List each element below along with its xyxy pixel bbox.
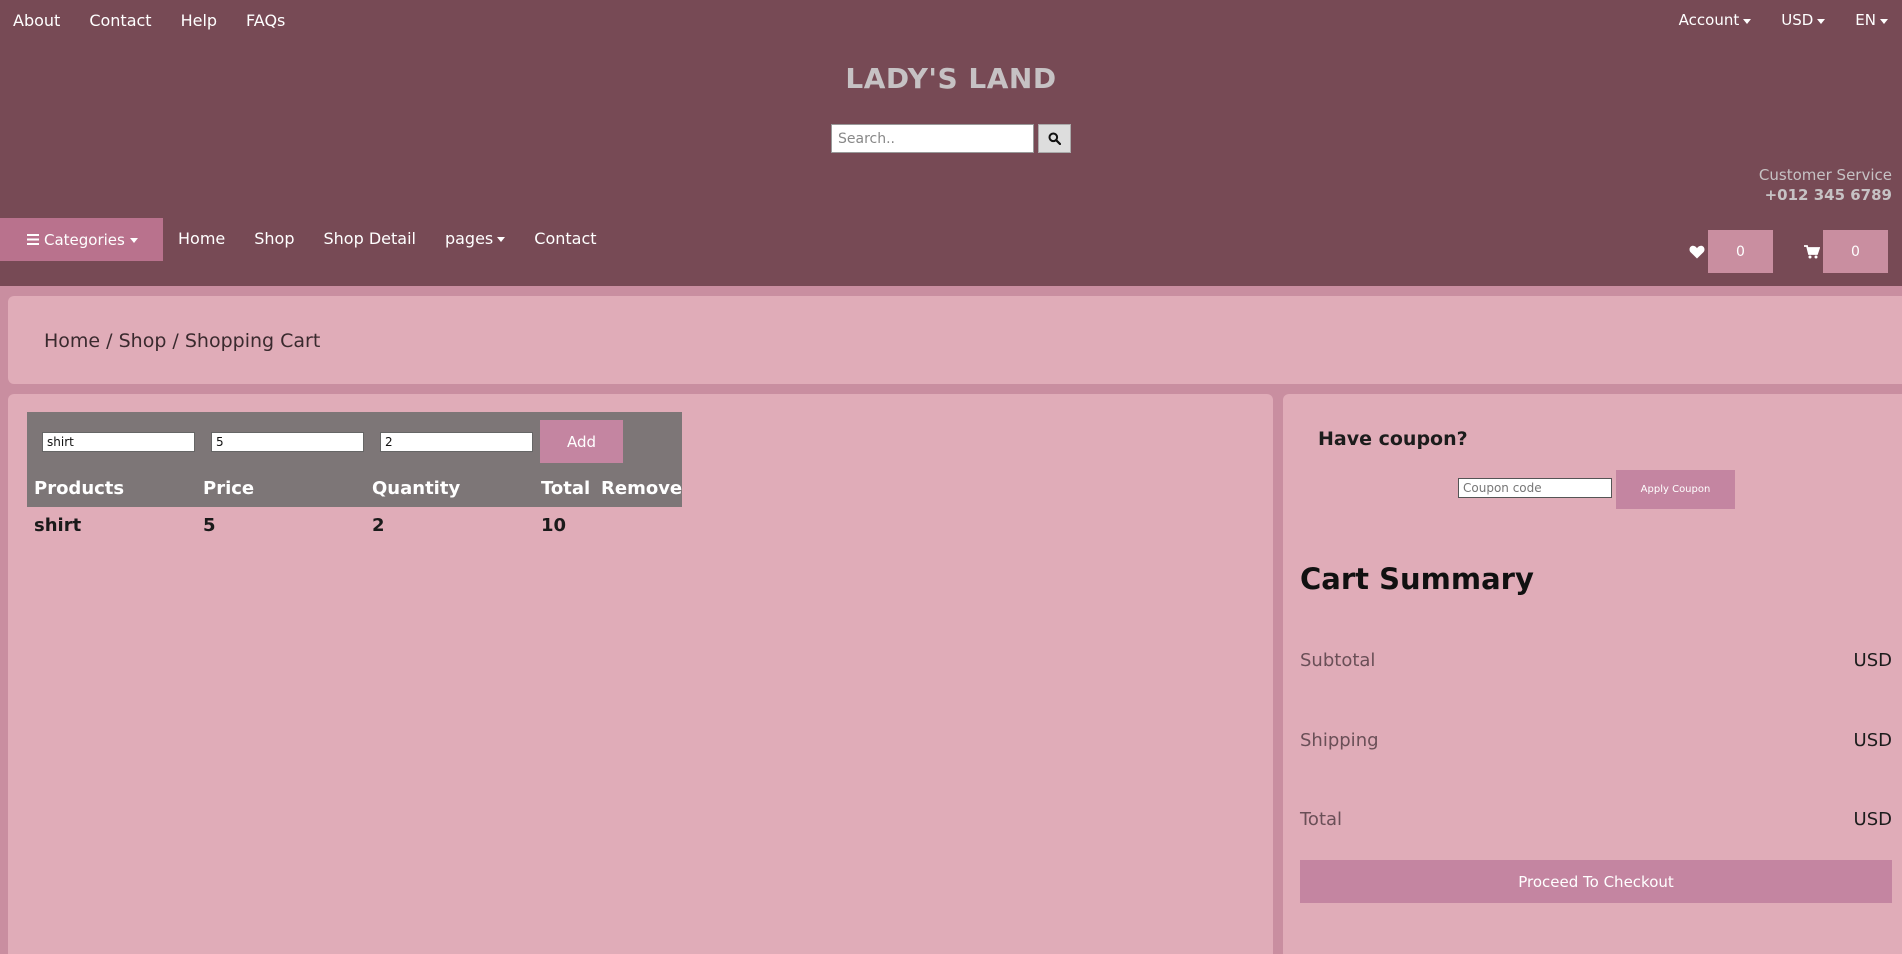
search-input[interactable]	[831, 124, 1034, 153]
breadcrumb[interactable]: Home / Shop / Shopping Cart	[44, 330, 320, 352]
search-button[interactable]	[1038, 124, 1071, 153]
shipping-value: USD	[1853, 730, 1892, 751]
cart-count[interactable]: 0	[1823, 230, 1888, 273]
cell-price: 5	[203, 515, 216, 536]
shipping-row: Shipping USD	[1300, 730, 1892, 751]
topbar-dropdowns: Account USD EN	[1679, 11, 1888, 29]
cell-total: 10	[541, 515, 567, 536]
contact-link[interactable]: Contact	[89, 11, 151, 30]
cart-panel: Add Products Price Quantity Total Remove…	[8, 394, 1273, 954]
account-dropdown[interactable]: Account	[1679, 11, 1752, 29]
nav-shop-detail[interactable]: Shop Detail	[324, 229, 416, 248]
about-link[interactable]: About	[13, 11, 60, 30]
nav-home[interactable]: Home	[178, 229, 225, 248]
cart-icon	[1804, 244, 1820, 258]
site-logo[interactable]: LADY'S LAND	[0, 62, 1902, 95]
chevron-down-icon	[1743, 18, 1752, 24]
subtotal-row: Subtotal USD	[1300, 650, 1892, 671]
cell-product: shirt	[34, 515, 82, 536]
menu-icon	[27, 234, 39, 245]
nav-contact[interactable]: Contact	[534, 229, 596, 248]
customer-service-phone: +012 345 6789	[1764, 186, 1892, 204]
column-header-remove: Remove	[601, 478, 683, 499]
currency-dropdown[interactable]: USD	[1781, 11, 1826, 29]
nav-pages-label: pages	[444, 229, 494, 248]
faqs-link[interactable]: FAQs	[246, 11, 285, 30]
column-header-price: Price	[203, 478, 255, 499]
product-input[interactable]	[42, 432, 195, 452]
chevron-down-icon	[497, 237, 506, 242]
header-counters: 0 0	[1686, 230, 1888, 273]
add-button[interactable]: Add	[540, 420, 623, 463]
column-header-products: Products	[34, 478, 125, 499]
column-header-quantity: Quantity	[372, 478, 461, 499]
quantity-input[interactable]	[380, 432, 533, 452]
help-link[interactable]: Help	[181, 11, 217, 30]
chevron-down-icon	[1880, 18, 1888, 24]
currency-label: USD	[1781, 11, 1814, 29]
total-row: Total USD	[1300, 809, 1892, 830]
search-bar	[831, 124, 1071, 153]
subtotal-label: Subtotal	[1300, 650, 1376, 671]
categories-label: Categories	[44, 230, 125, 249]
chevron-down-icon	[129, 238, 138, 243]
column-header-total: Total	[541, 478, 591, 499]
cart-button[interactable]	[1801, 241, 1823, 263]
cart-table-header: Add Products Price Quantity Total Remove	[27, 412, 682, 507]
cart-table: Add Products Price Quantity Total Remove…	[27, 412, 682, 547]
customer-service: Customer Service +012 345 6789	[1759, 166, 1892, 204]
apply-coupon-button[interactable]: Apply Coupon	[1616, 470, 1735, 509]
wishlist-count[interactable]: 0	[1708, 230, 1773, 273]
chevron-down-icon	[1817, 18, 1826, 24]
table-row: shirt 5 2 10	[27, 507, 682, 547]
topbar-links: About Contact Help FAQs	[13, 11, 285, 30]
coupon-title: Have coupon?	[1318, 428, 1468, 450]
nav-pages[interactable]: pages	[444, 229, 506, 248]
language-label: EN	[1855, 11, 1876, 29]
shipping-label: Shipping	[1300, 730, 1379, 751]
account-label: Account	[1678, 11, 1740, 29]
site-header: About Contact Help FAQs Account USD EN L…	[0, 0, 1902, 286]
price-input[interactable]	[211, 432, 364, 452]
breadcrumb-bar: Home / Shop / Shopping Cart	[8, 296, 1902, 384]
categories-button[interactable]: Categories	[0, 218, 163, 261]
total-value: USD	[1853, 809, 1892, 830]
cell-quantity: 2	[372, 515, 385, 536]
search-icon	[1048, 132, 1061, 145]
main-nav: Home Shop Shop Detail pages Contact	[178, 229, 597, 248]
subtotal-value: USD	[1853, 650, 1892, 671]
summary-panel: Have coupon? Apply Coupon Cart Summary S…	[1283, 394, 1902, 954]
heart-icon	[1689, 245, 1705, 258]
proceed-to-checkout-button[interactable]: Proceed To Checkout	[1300, 860, 1892, 903]
cart-summary-title: Cart Summary	[1300, 562, 1534, 596]
nav-shop[interactable]: Shop	[254, 229, 294, 248]
coupon-input[interactable]	[1458, 478, 1612, 498]
language-dropdown[interactable]: EN	[1855, 11, 1888, 29]
customer-service-label: Customer Service	[1758, 166, 1892, 184]
total-label: Total	[1300, 809, 1343, 830]
wishlist-button[interactable]	[1686, 241, 1708, 263]
